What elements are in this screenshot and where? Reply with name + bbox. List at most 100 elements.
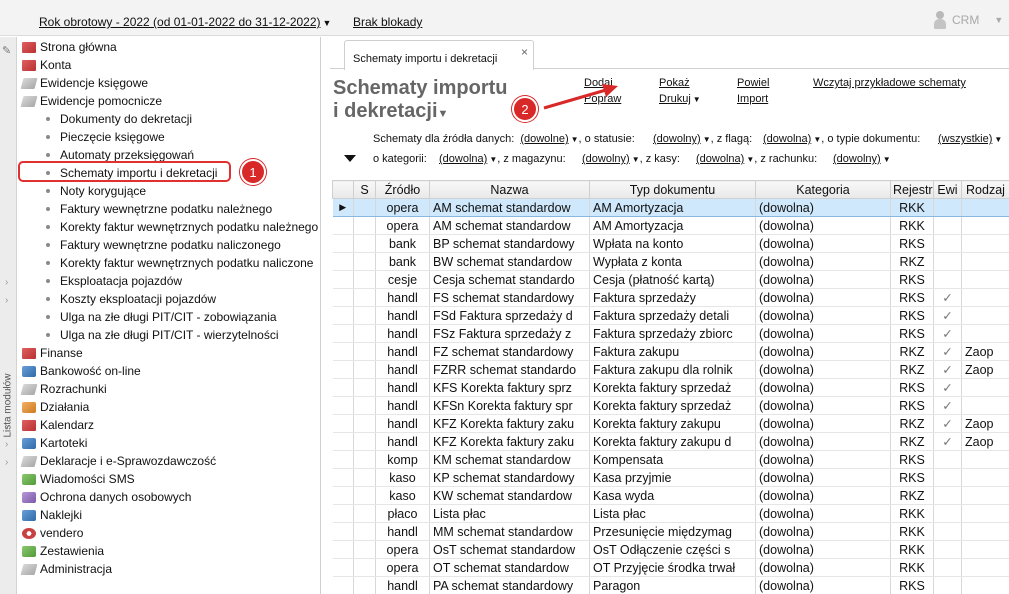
filter-doctype[interactable]: (wszystkie) ▼ xyxy=(938,133,1002,145)
filter-warehouse[interactable]: (dowolny) ▼, z kasy: xyxy=(582,153,680,165)
table-row[interactable]: bank BW schemat standardow Wypłata z konta… xyxy=(332,252,1009,271)
filter-account[interactable]: (dowolny) ▼ xyxy=(833,153,891,165)
sidebar-item[interactable]: Ewidencje pomocnicze xyxy=(18,92,320,110)
status-cell xyxy=(353,468,376,487)
expand-filters-icon[interactable] xyxy=(344,155,356,162)
table-row[interactable]: handl KFSn Korekta faktury spr Korekta fak… xyxy=(332,396,1009,415)
table-row[interactable]: opera AM schemat standardow AM Amortyzacja… xyxy=(332,216,1009,235)
table-row[interactable]: kaso KW schemat standardow Kasa wyda (dowol… xyxy=(332,486,1009,505)
column-header[interactable]: Źródło xyxy=(375,180,430,199)
table-row[interactable]: handl KFZ Korekta faktury zaku Korekta fak… xyxy=(332,432,1009,451)
table-cell: KW schemat standardow xyxy=(429,486,590,505)
sidebar-module[interactable]: Rozrachunki xyxy=(18,380,320,398)
sidebar-subitem[interactable]: Eksploatacja pojazdów xyxy=(18,272,182,290)
table-row[interactable]: kaso KP schemat standardowy Kasa przyjmie(… xyxy=(332,468,1009,487)
column-header[interactable]: S xyxy=(353,180,376,199)
fiscal-year-selector[interactable]: Rok obrotowy - 2022 (od 01-01-2022 do 31… xyxy=(39,15,331,29)
table-row[interactable]: cesje Cesja schemat standardo Cesja (płatn… xyxy=(332,270,1009,289)
sidebar-subitem[interactable]: Faktury wewnętrzne podatku należnego xyxy=(18,200,272,218)
sidebar-subitem-label: Dokumenty do dekretacji xyxy=(60,112,193,126)
sidebar-subitem[interactable]: Ulga na złe długi PIT/CIT - wierzytelnoś… xyxy=(18,326,279,344)
sidebar-subitem[interactable]: Korekty faktur wewnętrznych podatku nale… xyxy=(18,218,318,236)
bullet-icon xyxy=(46,153,50,157)
table-row[interactable]: handl MM schemat standardow Przesunięcie m… xyxy=(332,522,1009,541)
filter-status[interactable]: (dowolny) ▼, z flagą: xyxy=(653,133,752,145)
sidebar-subitem[interactable]: Ulga na złe długi PIT/CIT - zobowiązania xyxy=(18,308,277,326)
column-header[interactable]: Ewi xyxy=(933,180,962,199)
sidebar-subitem[interactable]: Korekty faktur wewnętrznych podatku nali… xyxy=(18,254,313,272)
column-header[interactable]: Kategoria xyxy=(755,180,891,199)
page-title[interactable]: Schematy importu i dekretacji▼ xyxy=(333,77,533,126)
chevron-right-icon[interactable]: › xyxy=(5,439,8,450)
sidebar-subitem-label: Noty korygujące xyxy=(60,184,147,198)
tab-schemes[interactable]: Schematy importu i dekretacji × xyxy=(344,40,534,70)
sidebar-module[interactable]: Finanse xyxy=(18,344,320,362)
home-icon xyxy=(22,41,36,53)
table-row[interactable]: opera OsT schemat standardow OsT Odłączeni… xyxy=(332,540,1009,559)
table-row[interactable]: handl FZ schemat standardowy Faktura zakup… xyxy=(332,342,1009,361)
sidebar-module[interactable]: Wiadomości SMS xyxy=(18,470,320,488)
sidebar-module[interactable]: Kartoteki xyxy=(18,434,320,452)
column-header[interactable]: Rejestr xyxy=(890,180,934,199)
table-row[interactable]: opera OT schemat standardow OT Przyjęcie ś… xyxy=(332,558,1009,577)
sidebar-module[interactable]: Działania xyxy=(18,398,320,416)
sidebar-module[interactable]: Administracja xyxy=(18,560,320,578)
sidebar-module[interactable]: Deklaracje i e-Sprawozdawczość xyxy=(18,452,320,470)
table-row[interactable]: bank BP schemat standardowy Wpłata na kont… xyxy=(332,234,1009,253)
table-row[interactable]: płaco Lista płac Lista płac (dowolna) RKK xyxy=(332,504,1009,523)
table-cell xyxy=(933,270,962,289)
filter-source[interactable]: (dowolne) xyxy=(520,133,568,145)
row-indicator xyxy=(332,288,354,307)
sidebar-module[interactable]: Zestawienia xyxy=(18,542,320,560)
sidebar-item[interactable]: Strona główna xyxy=(18,38,320,56)
filter-cash[interactable]: (dowolna) ▼, z rachunku: xyxy=(696,153,817,165)
table-row[interactable]: handl KFZ Korekta faktury zaku Korekta fak… xyxy=(332,414,1009,433)
module-rail[interactable]: ✎ Lista modułów › › › › › xyxy=(0,37,17,594)
pin-icon[interactable]: ✎ xyxy=(2,44,11,57)
table-row[interactable]: handl PA schemat standardowy Paragon (dowol… xyxy=(332,576,1009,594)
table-cell: RKZ xyxy=(890,432,934,451)
sidebar-module[interactable]: vendero xyxy=(18,524,320,542)
sidebar-subitem[interactable]: Pieczęcie księgowe xyxy=(18,128,165,146)
show-button[interactable]: Pokaż xyxy=(659,77,690,89)
table-cell: RKK xyxy=(890,522,934,541)
lock-status-link[interactable]: Brak blokady xyxy=(353,15,422,29)
filter-category-value[interactable]: (dowolna) ▼, z magazynu: xyxy=(439,153,566,165)
duplicate-button[interactable]: Powiel xyxy=(737,77,769,89)
chevron-right-icon[interactable]: › xyxy=(5,457,8,468)
table-row[interactable]: handl KFS Korekta faktury sprz Korekta fak… xyxy=(332,378,1009,397)
column-header[interactable]: Nazwa xyxy=(429,180,590,199)
table-row[interactable]: ▶ opera AM schemat standardow AM Amortyzacj… xyxy=(332,198,1009,217)
load-samples-button[interactable]: Wczytaj przykładowe schematy xyxy=(813,77,966,89)
table-cell xyxy=(933,504,962,523)
filter-flag[interactable]: (dowolna) ▼, o typie dokumentu: xyxy=(763,133,920,145)
column-header[interactable]: Rodzaj xyxy=(961,180,1009,199)
table-row[interactable]: handl FS schemat standardowy Faktura sprze… xyxy=(332,288,1009,307)
filter-cash-label: , z kasy: xyxy=(639,153,680,165)
sidebar-module[interactable]: Bankowość on-line xyxy=(18,362,320,380)
table-cell: Korekta faktury zakupu xyxy=(589,414,756,433)
sidebar-item[interactable]: Ewidencje księgowe xyxy=(18,74,320,92)
table-row[interactable]: handl FSz Faktura sprzedaży z Faktura sprz… xyxy=(332,324,1009,343)
table-row[interactable]: komp KM schemat standardow Kompensata (dowo… xyxy=(332,450,1009,469)
crm-button[interactable]: CRM ▼ xyxy=(931,11,1003,29)
sidebar-module[interactable]: Naklejki xyxy=(18,506,320,524)
sidebar-module[interactable]: Kalendarz xyxy=(18,416,320,434)
sidebar-subitem[interactable]: Noty korygujące xyxy=(18,182,146,200)
column-header[interactable]: Typ dokumentu xyxy=(589,180,756,199)
chevron-right-icon[interactable]: › xyxy=(5,277,8,288)
print-button[interactable]: Drukuj ▼ xyxy=(659,93,701,105)
close-icon[interactable]: × xyxy=(521,45,528,59)
sidebar-subitem[interactable]: Koszty eksploatacji pojazdów xyxy=(18,290,216,308)
sidebar-item[interactable]: Konta xyxy=(18,56,320,74)
sidebar-subitem[interactable]: Dokumenty do dekretacji xyxy=(18,110,192,128)
filter-category[interactable]: o kategorii: xyxy=(373,153,427,165)
chevron-right-icon[interactable]: › xyxy=(5,421,8,432)
sidebar-module[interactable]: Ochrona danych osobowych xyxy=(18,488,320,506)
column-header[interactable] xyxy=(332,180,354,199)
table-row[interactable]: handl FZRR schemat standardo Faktura zakup… xyxy=(332,360,1009,379)
table-row[interactable]: handl FSd Faktura sprzedaży d Faktura sprz… xyxy=(332,306,1009,325)
chevron-right-icon[interactable]: › xyxy=(5,295,8,306)
sidebar-subitem[interactable]: Faktury wewnętrzne podatku naliczonego xyxy=(18,236,281,254)
import-button[interactable]: Import xyxy=(737,93,768,105)
